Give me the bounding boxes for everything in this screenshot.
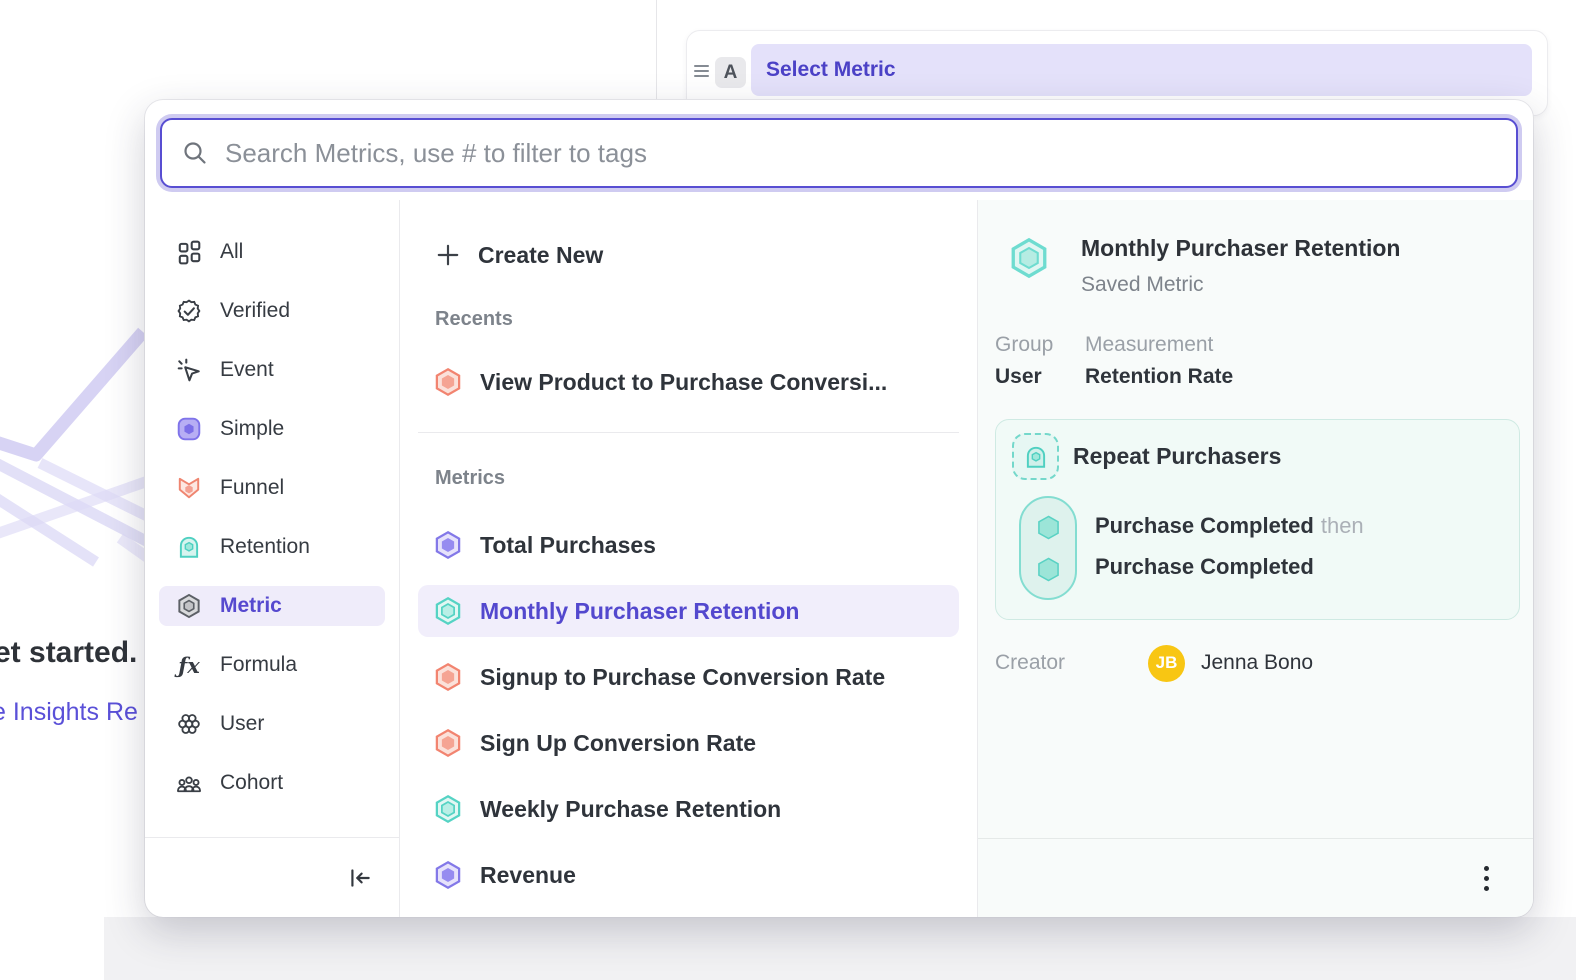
create-new-label: Create New: [478, 242, 603, 269]
plus-icon: [435, 242, 461, 268]
hexagon-teal-icon: [433, 596, 463, 626]
group-value: User: [995, 365, 1085, 389]
sidebar-item-label: Funnel: [220, 476, 284, 500]
metrics-section-label: Metrics: [418, 467, 959, 491]
create-new-button[interactable]: Create New: [418, 236, 959, 274]
select-metric-label: Select Metric: [766, 58, 896, 82]
sidebar-item-cohort[interactable]: Cohort: [159, 763, 385, 803]
event-cursor-icon: [175, 356, 203, 384]
sidebar-item-label: All: [220, 240, 243, 264]
metric-item-label: Signup to Purchase Conversion Rate: [480, 664, 885, 691]
search-input[interactable]: [225, 138, 1497, 169]
measurement-value: Retention Rate: [1085, 365, 1233, 389]
sidebar-item-all[interactable]: All: [159, 232, 385, 272]
sidebar-item-retention[interactable]: Retention: [159, 527, 385, 567]
sidebar-item-user[interactable]: User: [159, 704, 385, 744]
metric-item-label: Revenue: [480, 862, 576, 889]
metric-item-label: Weekly Purchase Retention: [480, 796, 781, 823]
group-label: Group: [995, 333, 1085, 357]
search-box[interactable]: [160, 118, 1518, 188]
sidebar-item-event[interactable]: Event: [159, 350, 385, 390]
hexagon-teal-icon: [1035, 556, 1062, 583]
metric-item-label: View Product to Purchase Conversi...: [480, 369, 887, 396]
sidebar-item-verified[interactable]: Verified: [159, 291, 385, 331]
formula-icon: ƒx: [175, 651, 203, 679]
background-bottom-strip: [104, 917, 1576, 980]
row-label-badge[interactable]: A: [715, 57, 746, 88]
event-sequence-capsule: [1019, 496, 1077, 600]
collapse-panel-button[interactable]: [347, 865, 373, 891]
metric-item-total-purchases[interactable]: Total Purchases: [418, 519, 959, 571]
sidebar-item-label: Retention: [220, 535, 310, 559]
definition-name: Repeat Purchasers: [1073, 443, 1281, 470]
creator-label: Creator: [995, 651, 1148, 675]
metric-icon: [175, 592, 203, 620]
funnel-icon: [175, 474, 203, 502]
decorative-lines: [0, 320, 152, 672]
metric-item-label: Monthly Purchaser Retention: [480, 598, 799, 625]
metric-item-revenue[interactable]: Revenue: [418, 849, 959, 901]
sidebar-item-label: Metric: [220, 594, 282, 618]
hexagon-coral-icon: [433, 367, 463, 397]
step-connector: then: [1321, 513, 1364, 538]
simple-metric-icon: [175, 415, 203, 443]
metric-item-monthly-purchaser-retention[interactable]: Monthly Purchaser Retention: [418, 585, 959, 637]
category-sidebar: All Verified E: [145, 200, 400, 917]
metric-item-weekly-purchase-retention[interactable]: Weekly Purchase Retention: [418, 783, 959, 835]
hexagon-coral-icon: [433, 728, 463, 758]
hexagon-teal-icon: [1008, 236, 1050, 280]
hexagon-purple-icon: [433, 860, 463, 890]
detail-footer: [978, 838, 1533, 917]
cohort-icon: [175, 769, 203, 797]
drag-handle-icon[interactable]: [694, 65, 709, 77]
hexagon-purple-icon: [433, 530, 463, 560]
hexagon-coral-icon: [433, 662, 463, 692]
hexagon-teal-icon: [433, 794, 463, 824]
sidebar-item-simple[interactable]: Simple: [159, 409, 385, 449]
get-started-text: et started.: [0, 636, 137, 670]
creator-name: Jenna Bono: [1201, 651, 1313, 675]
sidebar-item-metric[interactable]: Metric: [159, 586, 385, 626]
metric-item-label: Sign Up Conversion Rate: [480, 730, 756, 757]
metric-item-sign-up-conversion[interactable]: Sign Up Conversion Rate: [418, 717, 959, 769]
sidebar-item-label: Cohort: [220, 771, 283, 795]
collapse-panel-icon: [347, 865, 373, 891]
definition-step-1: Purchase Completedthen: [1095, 505, 1364, 546]
retention-icon: [175, 533, 203, 561]
verified-badge-icon: [175, 297, 203, 325]
user-icon: [175, 710, 203, 738]
detail-subtitle: Saved Metric: [1081, 273, 1400, 297]
metric-detail-panel: Monthly Purchaser Retention Saved Metric…: [978, 200, 1533, 917]
metric-item-signup-to-purchase[interactable]: Signup to Purchase Conversion Rate: [418, 651, 959, 703]
list-divider: [418, 432, 959, 433]
measurement-label: Measurement: [1085, 333, 1233, 357]
metric-list-panel: Create New Recents View Product to Purch…: [400, 200, 978, 917]
search-icon: [181, 139, 209, 167]
creator-avatar: JB: [1148, 645, 1185, 682]
sidebar-item-label: Verified: [220, 299, 290, 323]
sidebar-item-label: User: [220, 712, 264, 736]
sidebar-item-label: Formula: [220, 653, 297, 677]
metric-item-label: Total Purchases: [480, 532, 656, 559]
definition-step-2: Purchase Completed: [1095, 546, 1364, 587]
detail-meta: Group User Measurement Retention Rate: [978, 333, 1533, 389]
retention-icon: [1012, 433, 1059, 480]
sidebar-item-formula[interactable]: ƒx Formula: [159, 645, 385, 685]
metric-picker-modal: All Verified E: [145, 100, 1533, 917]
more-options-button[interactable]: [1478, 860, 1495, 897]
select-metric-button[interactable]: Select Metric: [751, 44, 1532, 96]
creator-row: Creator JB Jenna Bono: [978, 644, 1533, 682]
definition-card: Repeat Purchasers Purchase Completedthen: [995, 419, 1520, 620]
recents-section-label: Recents: [418, 308, 959, 332]
sidebar-item-funnel[interactable]: Funnel: [159, 468, 385, 508]
hexagon-teal-icon: [1035, 514, 1062, 541]
detail-title: Monthly Purchaser Retention: [1081, 234, 1400, 262]
sidebar-item-label: Simple: [220, 417, 284, 441]
detail-header: Monthly Purchaser Retention Saved Metric: [978, 234, 1533, 297]
insights-report-link[interactable]: e Insights Re: [0, 698, 138, 727]
grid-icon: [175, 238, 203, 266]
sidebar-footer: [145, 837, 399, 917]
recent-metric-item[interactable]: View Product to Purchase Conversi...: [418, 364, 959, 400]
sidebar-item-label: Event: [220, 358, 274, 382]
